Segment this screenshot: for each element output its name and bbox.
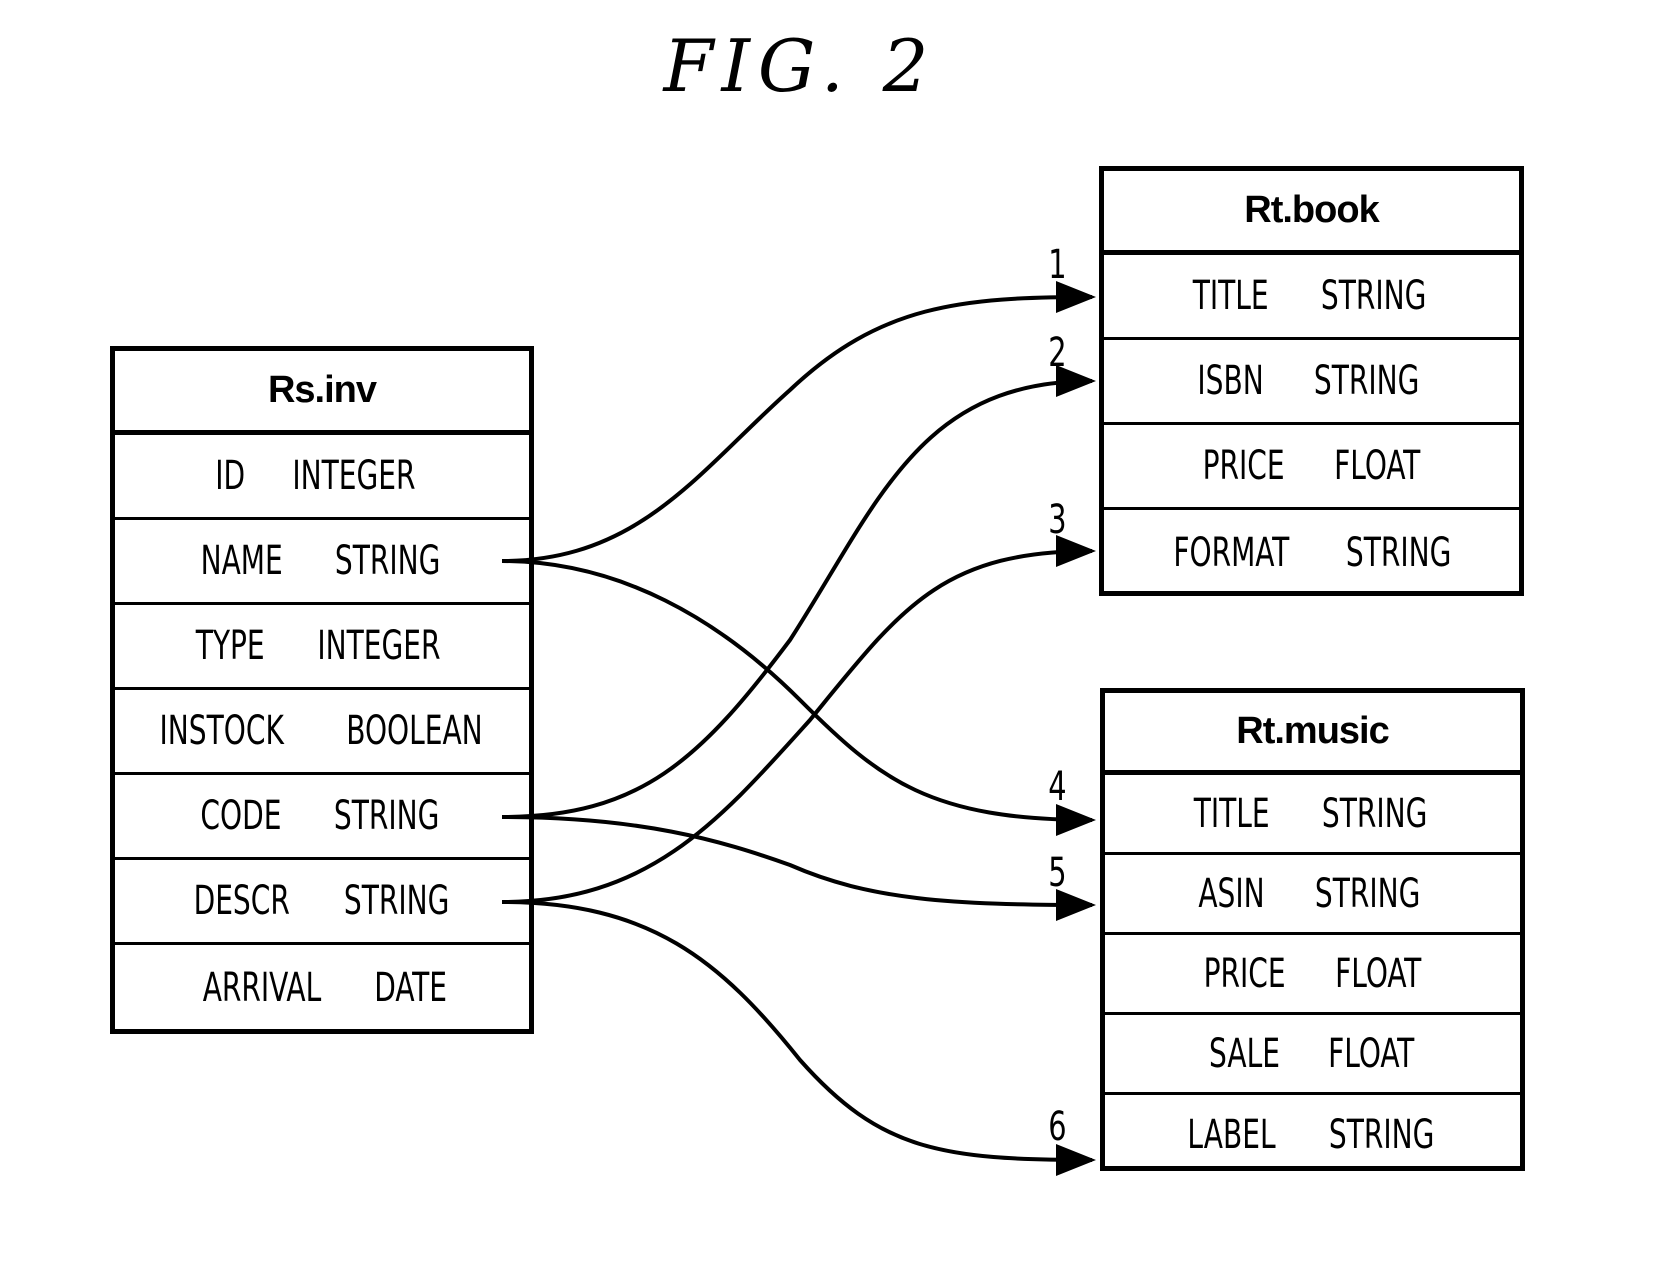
table-row-arrival: ARRIVAL DATE (115, 945, 529, 1030)
field-type: STRING (1315, 870, 1421, 917)
field-name: ASIN (1198, 870, 1266, 917)
figure-title: FIG. 2 (663, 24, 937, 108)
mapping-label-1: 1 (1048, 242, 1067, 288)
source-table-rs-inv: Rs.inv ID INTEGER NAME STRING TYPE INTEGER … (110, 346, 534, 1034)
field-type: STRING (1320, 273, 1426, 319)
field-type: STRING (334, 793, 440, 839)
mapping-label-6: 6 (1048, 1104, 1067, 1150)
field-name: TITLE (1192, 273, 1269, 319)
field-type: STRING (1346, 529, 1452, 576)
table-row-descr: DESCR STRING (115, 860, 529, 945)
table-row-isbn: ISBN STRING (1104, 340, 1519, 425)
field-name: PRICE (1202, 443, 1285, 489)
field-name: ISBN (1197, 358, 1265, 404)
field-type: STRING (1329, 1112, 1435, 1158)
target-table-rt-book: Rt.book TITLE STRING ISBN STRING PRICE FLOA… (1099, 166, 1524, 596)
field-type: INTEGER (317, 623, 441, 669)
field-type: DATE (374, 964, 448, 1011)
table-header: Rt.book (1104, 171, 1519, 255)
field-name: INSTOCK (159, 708, 284, 754)
mapping-arrow-4 (501, 559, 1096, 836)
mapping-arrow-3 (501, 535, 1096, 904)
field-name: SALE (1208, 1030, 1280, 1077)
field-type: FLOAT (1327, 1030, 1415, 1077)
mapping-arrow-5 (501, 815, 1096, 921)
field-name: LABEL (1187, 1112, 1276, 1158)
field-name: PRICE (1203, 950, 1286, 997)
table-row-sale: SALE FLOAT (1105, 1015, 1520, 1095)
field-name: TYPE (195, 623, 265, 669)
mapping-label-2: 2 (1048, 330, 1067, 376)
field-type: STRING (1321, 790, 1427, 837)
table-row-id: ID INTEGER (115, 435, 529, 520)
mapping-label-4: 4 (1048, 764, 1067, 810)
field-name: ID (215, 453, 246, 499)
field-name: CODE (200, 793, 282, 839)
field-name: TITLE (1193, 790, 1270, 837)
table-row-code: CODE STRING (115, 775, 529, 860)
table-row-title: TITLE STRING (1105, 775, 1520, 855)
field-name: NAME (200, 538, 283, 584)
table-row-label: LABEL STRING (1105, 1095, 1520, 1175)
table-row-name: NAME STRING (115, 520, 529, 605)
field-name: DESCR (193, 878, 290, 924)
field-type: FLOAT (1334, 443, 1421, 489)
mapping-arrow-6 (501, 900, 1096, 1176)
field-type: STRING (334, 538, 441, 584)
table-row-asin: ASIN STRING (1105, 855, 1520, 935)
mapping-label-5: 5 (1048, 850, 1067, 896)
table-row-title: TITLE STRING (1104, 255, 1519, 340)
field-type: STRING (343, 878, 450, 924)
table-row-format: FORMAT STRING (1104, 510, 1519, 595)
table-row-type: TYPE INTEGER (115, 605, 529, 690)
field-type: STRING (1314, 358, 1420, 404)
mapping-arrow-1 (501, 281, 1096, 563)
field-type: BOOLEAN (346, 708, 483, 754)
table-row-price: PRICE FLOAT (1105, 935, 1520, 1015)
table-row-price: PRICE FLOAT (1104, 425, 1519, 510)
field-type: INTEGER (292, 453, 416, 499)
table-header: Rs.inv (115, 351, 529, 435)
table-row-instock: INSTOCK BOOLEAN (115, 690, 529, 775)
table-header: Rt.music (1105, 693, 1520, 775)
mapping-arrow-2 (501, 365, 1096, 819)
target-table-rt-music: Rt.music TITLE STRING ASIN STRING PRICE FLO… (1100, 688, 1525, 1171)
field-type: FLOAT (1335, 950, 1422, 997)
field-name: FORMAT (1172, 529, 1289, 576)
field-name: ARRIVAL (203, 964, 322, 1011)
mapping-label-3: 3 (1048, 497, 1067, 543)
